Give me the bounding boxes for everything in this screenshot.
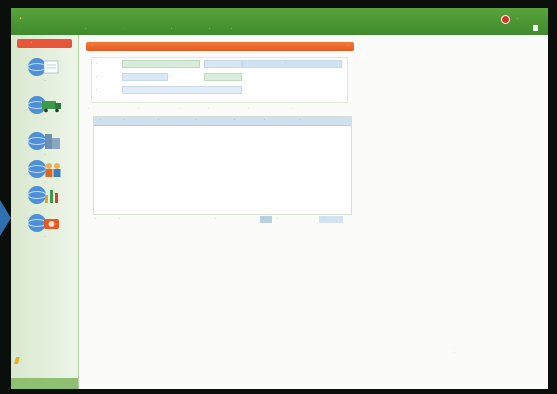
form-field[interactable] (204, 60, 242, 68)
app-window: · · · · · · · · · · · · · · · · · · · · … (11, 8, 548, 389)
tab[interactable]: · (248, 108, 249, 112)
globe-tools-icon (27, 214, 59, 232)
pager-text[interactable]: · (95, 218, 96, 222)
column-header[interactable]: · (124, 119, 125, 123)
help-link[interactable]: · (532, 25, 538, 31)
menu-item[interactable]: · (171, 27, 172, 31)
form-label: · (96, 62, 98, 66)
sidebar-item-1[interactable]: · (19, 57, 71, 87)
column-header[interactable]: · (300, 119, 301, 123)
column-header[interactable]: · (196, 119, 197, 123)
column-header[interactable]: · (158, 119, 159, 123)
sidebar: · · · · · · · · · (11, 35, 79, 389)
data-grid: · · · · · · · (93, 116, 352, 215)
sidebar-item-label: · (44, 235, 46, 239)
user-status[interactable]: · (517, 17, 518, 21)
globe-truck-icon (27, 96, 61, 114)
tab[interactable]: · (180, 108, 181, 112)
tab[interactable]: · (88, 108, 89, 112)
globe-building-icon (27, 132, 60, 150)
grid-header: · · · · · · · (94, 117, 351, 126)
form-label: · (96, 75, 98, 79)
menu-item[interactable]: · (209, 27, 210, 31)
page-number-label: · (263, 218, 265, 221)
alert-icon[interactable] (501, 15, 510, 24)
column-header[interactable]: · (234, 119, 235, 123)
globe-chart-icon (27, 186, 58, 204)
sidebar-header-label: · (31, 41, 33, 45)
form-label: · (96, 88, 98, 92)
sidebar-item-label: · (44, 79, 46, 83)
pager-text: · (215, 218, 217, 221)
sidebar-item-6[interactable]: · (19, 213, 71, 243)
form-label: · (170, 75, 172, 79)
menu-item[interactable]: · (123, 27, 124, 31)
app-logo[interactable]: · · (16, 12, 82, 32)
sidebar-bottom-bar: · (11, 378, 78, 389)
globe-people-icon (27, 160, 61, 178)
form-field[interactable] (204, 73, 242, 81)
footnote-line: · (454, 351, 456, 355)
panel-header-action[interactable]: · (347, 44, 348, 48)
main-content: · · · · · · · · · · · · · · · · · · · · … (80, 35, 548, 389)
logo-title: · (19, 14, 23, 22)
top-menu: · · · · · (85, 26, 465, 34)
sidebar-footer-link[interactable]: · (21, 358, 22, 362)
menu-item[interactable]: · (85, 27, 86, 31)
page-number-button[interactable]: · (260, 216, 272, 223)
sidebar-item-label: · (44, 117, 46, 121)
grid-pager: · · · · · · (93, 216, 350, 225)
form-action-label: · (285, 62, 287, 65)
panel-header: · · (86, 42, 354, 51)
sidebar-item-2[interactable]: · (19, 95, 71, 125)
sidebar-item-label: · (44, 207, 46, 211)
menu-item[interactable]: · (231, 27, 232, 31)
sidebar-item-3[interactable]: · (19, 131, 71, 161)
sidebar-item-5[interactable]: · (19, 185, 71, 215)
tab[interactable]: · (138, 108, 139, 112)
globe-document-icon (27, 58, 59, 76)
panel-title: · (92, 44, 94, 48)
form-field[interactable] (122, 60, 200, 68)
form-field[interactable] (122, 86, 242, 94)
logo-subtitle: · (19, 25, 20, 28)
tab[interactable]: · (208, 108, 209, 112)
top-bar: · · · · · · · · · (11, 8, 548, 35)
column-header[interactable]: · (100, 119, 101, 123)
form-field[interactable] (122, 73, 168, 81)
tab[interactable]: · (292, 108, 293, 112)
column-header[interactable]: · (264, 119, 265, 123)
pager-text: · (277, 218, 279, 221)
sidebar-item-label: · (44, 153, 46, 157)
sidebar-header[interactable]: · (17, 39, 72, 48)
sidebar-bottom-text: · (17, 382, 18, 385)
go-button[interactable]: · (319, 216, 343, 223)
footnote: · · (454, 347, 455, 355)
tab-bar: · · · · · · (88, 107, 350, 115)
search-form: · · · · · (91, 57, 348, 103)
form-action-button[interactable]: · (242, 60, 342, 68)
go-button-label: · (323, 218, 325, 221)
side-arrow-decoration (0, 200, 11, 236)
pencil-icon (14, 357, 20, 364)
pager-text[interactable]: · (119, 218, 120, 222)
